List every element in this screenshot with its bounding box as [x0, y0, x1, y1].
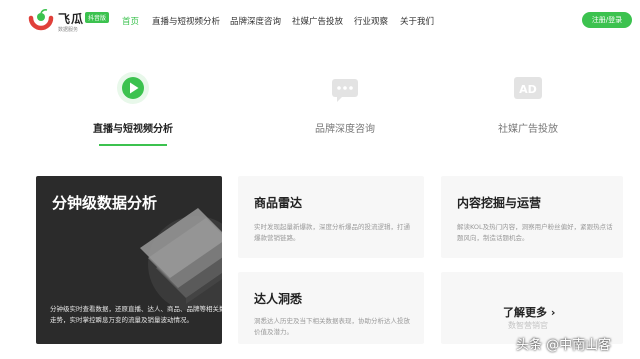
nav-item-live-video[interactable]: 直播与短视频分析 — [152, 15, 220, 27]
card-title: 内容挖掘与运营 — [457, 196, 542, 210]
tab-active-indicator — [99, 144, 167, 146]
card-description: 实时发现起量新爆款，深度分析爆品的投流逻辑，打通爆款营销链路。 — [254, 223, 410, 242]
card-product-radar[interactable]: 商品雷达 实时发现起量新爆款，深度分析爆品的投流逻辑，打通爆款营销链路。 — [238, 176, 424, 258]
brand-name: 飞瓜 — [58, 12, 85, 26]
learn-more-link[interactable]: 了解更多 › — [503, 304, 555, 320]
watermark: 数智营销官 头条 @中南山客 — [488, 320, 638, 356]
brand-slogan: 数据服务 — [58, 27, 79, 33]
card-title: 商品雷达 — [254, 196, 303, 210]
featured-card-description: 分钟级实时查看数据，还原直播、达人、商品、品牌等相关数据及走势，实时掌控瞬息万变… — [50, 305, 222, 324]
watermark-wechat: 数智营销官 — [508, 321, 548, 330]
tab-brand-consulting[interactable]: 品牌深度咨询 — [275, 72, 415, 152]
play-icon — [117, 72, 149, 104]
learn-more-label: 了解更多 — [503, 306, 547, 319]
login-button[interactable]: 注册/登录 — [582, 12, 632, 28]
nav-item-about[interactable]: 关于我们 — [400, 15, 434, 27]
tab-social-ads[interactable]: AD 社媒广告投放 — [458, 72, 598, 152]
card-influencer-insight[interactable]: 达人洞悉 洞悉达人历史及当下相关数据表现，协助分析达人投放价值及潜力。 — [238, 272, 424, 344]
tab-live-video[interactable]: 直播与短视频分析 — [63, 72, 203, 152]
card-content-mining[interactable]: 内容挖掘与运营 解读KOL及热门内容，洞察用户粉丝偏好，紧跟热点话题风向，制造话… — [441, 176, 623, 258]
tab-label: 品牌深度咨询 — [315, 124, 375, 135]
card-title: 达人洞悉 — [254, 292, 303, 306]
top-header: 飞瓜 抖音版 数据服务 首页 直播与短视频分析 品牌深度咨询 社媒广告投放 行业… — [0, 0, 640, 40]
featured-card-minute-analysis[interactable]: 分钟级数据分析 分钟级实时查看数据，还原直播、达人、商品、品牌等相关数据及走势，… — [36, 176, 222, 344]
layered-panels-illustration — [140, 208, 222, 312]
nav-item-social-ads[interactable]: 社媒广告投放 — [292, 15, 343, 27]
watermark-toutiao: 头条 @中南山客 — [516, 338, 612, 353]
nav-item-brand-consulting[interactable]: 品牌深度咨询 — [230, 15, 281, 27]
ad-icon: AD — [512, 72, 544, 104]
brand-badge: 抖音版 — [85, 12, 110, 23]
card-description: 洞悉达人历史及当下相关数据表现，协助分析达人投放价值及潜力。 — [254, 317, 410, 336]
tab-label: 社媒广告投放 — [498, 124, 558, 135]
brand-logo[interactable]: 飞瓜 抖音版 数据服务 — [28, 8, 124, 34]
brand-logo-icon — [28, 9, 54, 31]
chevron-right-icon: › — [550, 306, 556, 319]
ad-icon-text: AD — [519, 83, 537, 96]
card-description: 解读KOL及热门内容，洞察用户粉丝偏好，紧跟热点话题风向，制造话题机会。 — [457, 223, 613, 242]
tab-label: 直播与短视频分析 — [93, 124, 173, 135]
nav-item-home[interactable]: 首页 — [122, 15, 139, 27]
nav-item-industry[interactable]: 行业观察 — [354, 15, 388, 27]
chat-bubble-icon — [329, 72, 361, 104]
